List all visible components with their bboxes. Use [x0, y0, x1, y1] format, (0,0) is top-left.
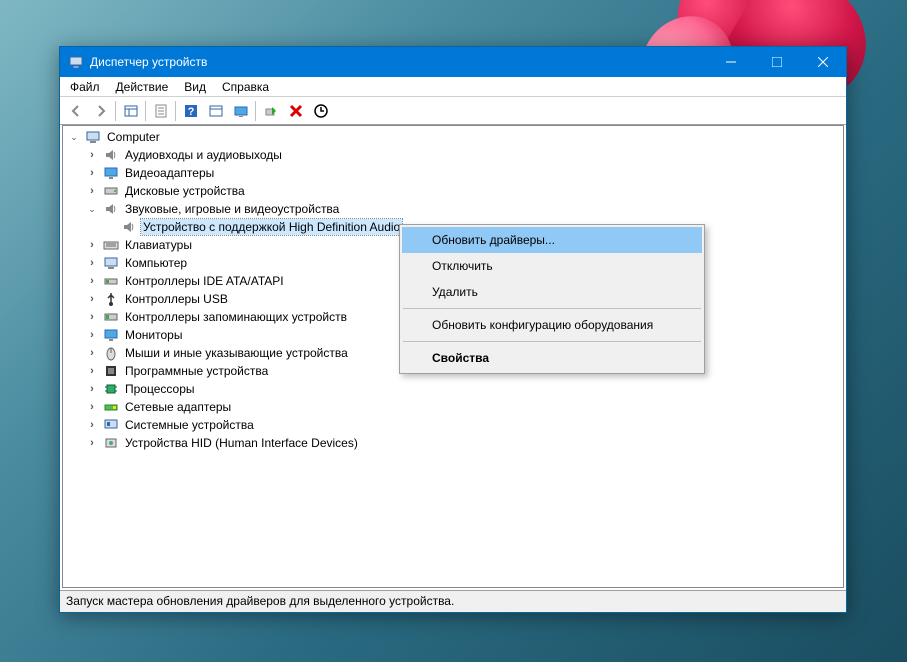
scan-button[interactable] — [204, 100, 227, 122]
tree-category-label: Контроллеры запоминающих устройств — [123, 309, 349, 325]
computer-icon — [103, 255, 119, 271]
tree-category[interactable]: Видеоадаптеры — [63, 164, 843, 182]
context-menu-item[interactable]: Обновить конфигурацию оборудования — [402, 312, 702, 338]
context-menu-item[interactable]: Удалить — [402, 279, 702, 305]
tree-category[interactable]: Системные устройства — [63, 416, 843, 434]
tree-category-label: Контроллеры IDE ATA/ATAPI — [123, 273, 286, 289]
usb-icon — [103, 291, 119, 307]
tree-device-label: Устройство с поддержкой High Definition … — [141, 219, 402, 235]
tree-category-label: Аудиовходы и аудиовыходы — [123, 147, 284, 163]
expand-toggle-icon[interactable] — [85, 238, 99, 252]
statusbar-text: Запуск мастера обновления драйверов для … — [66, 594, 454, 608]
device-manager-window: Диспетчер устройств Файл Действие Вид Сп… — [59, 46, 847, 613]
context-menu-item[interactable]: Свойства — [402, 345, 702, 371]
toolbar: ? — [60, 97, 846, 125]
monitor-icon — [103, 327, 119, 343]
software-icon — [103, 363, 119, 379]
tree-category-label: Программные устройства — [123, 363, 270, 379]
tree-category-label: Дисковые устройства — [123, 183, 247, 199]
tree-category[interactable]: Звуковые, игровые и видеоустройства — [63, 200, 843, 218]
expand-toggle-icon[interactable] — [85, 364, 99, 378]
expand-toggle-icon[interactable] — [85, 310, 99, 324]
network-icon — [103, 399, 119, 415]
tree-root[interactable]: Computer — [63, 128, 843, 146]
window-title: Диспетчер устройств — [90, 55, 708, 69]
speaker-icon — [121, 219, 137, 235]
tree-category-label: Системные устройства — [123, 417, 256, 433]
computer-icon — [85, 129, 101, 145]
keyboard-icon — [103, 237, 119, 253]
hid-icon — [103, 435, 119, 451]
menu-view[interactable]: Вид — [176, 78, 214, 96]
svg-text:?: ? — [187, 106, 194, 118]
context-menu-item[interactable]: Отключить — [402, 253, 702, 279]
context-menu: Обновить драйверы...ОтключитьУдалить Обно… — [399, 224, 705, 374]
titlebar[interactable]: Диспетчер устройств — [60, 47, 846, 77]
minimize-button[interactable] — [708, 47, 754, 77]
tree-category-label: Мониторы — [123, 327, 184, 343]
tree-category-label: Видеоадаптеры — [123, 165, 216, 181]
speaker-icon — [103, 201, 119, 217]
menu-help[interactable]: Справка — [214, 78, 277, 96]
expand-toggle-icon[interactable] — [85, 328, 99, 342]
tree-category-label: Контроллеры USB — [123, 291, 230, 307]
back-button[interactable] — [64, 100, 87, 122]
scan-hardware-button[interactable] — [309, 100, 332, 122]
expand-toggle-icon[interactable] — [85, 274, 99, 288]
tree-category-label: Устройства HID (Human Interface Devices) — [123, 435, 360, 451]
tree-category[interactable]: Сетевые адаптеры — [63, 398, 843, 416]
cpu-icon — [103, 381, 119, 397]
menu-action[interactable]: Действие — [108, 78, 177, 96]
tree-category-label: Сетевые адаптеры — [123, 399, 233, 415]
ide-icon — [103, 273, 119, 289]
expand-toggle-icon[interactable] — [85, 382, 99, 396]
statusbar: Запуск мастера обновления драйверов для … — [60, 590, 846, 612]
expand-toggle-icon[interactable] — [85, 166, 99, 180]
monitor-icon — [103, 165, 119, 181]
expand-toggle-icon[interactable] — [85, 346, 99, 360]
expand-toggle-icon[interactable] — [67, 130, 81, 144]
expand-toggle-icon[interactable] — [85, 202, 99, 216]
forward-button[interactable] — [89, 100, 112, 122]
expand-toggle-icon[interactable] — [85, 418, 99, 432]
app-icon — [68, 54, 84, 70]
close-button[interactable] — [800, 47, 846, 77]
menubar: Файл Действие Вид Справка — [60, 77, 846, 97]
expand-toggle-icon[interactable] — [85, 184, 99, 198]
help-button[interactable]: ? — [179, 100, 202, 122]
tree-category-label: Мыши и иные указывающие устройства — [123, 345, 350, 361]
mouse-icon — [103, 345, 119, 361]
tree-category[interactable]: Аудиовходы и аудиовыходы — [63, 146, 843, 164]
tree-root-label: Computer — [105, 129, 162, 145]
expand-toggle-icon[interactable] — [85, 148, 99, 162]
update-driver-button[interactable] — [229, 100, 252, 122]
tree-category[interactable]: Дисковые устройства — [63, 182, 843, 200]
expand-toggle-icon[interactable] — [85, 292, 99, 306]
tree-category[interactable]: Устройства HID (Human Interface Devices) — [63, 434, 843, 452]
expand-toggle-icon[interactable] — [85, 256, 99, 270]
expand-toggle-icon[interactable] — [85, 436, 99, 450]
uninstall-button[interactable] — [284, 100, 307, 122]
storage-icon — [103, 309, 119, 325]
properties-button[interactable] — [149, 100, 172, 122]
tree-category-label: Клавиатуры — [123, 237, 194, 253]
context-menu-separator — [403, 308, 701, 309]
menu-file[interactable]: Файл — [62, 78, 108, 96]
context-menu-item[interactable]: Обновить драйверы... — [402, 227, 702, 253]
tree-category[interactable]: Процессоры — [63, 380, 843, 398]
device-tree-container: Computer Аудиовходы и аудиовыходы Видеоа… — [62, 125, 844, 588]
tree-category-label: Процессоры — [123, 381, 197, 397]
tree-category-label: Звуковые, игровые и видеоустройства — [123, 201, 341, 217]
tree-category-label: Компьютер — [123, 255, 189, 271]
maximize-button[interactable] — [754, 47, 800, 77]
context-menu-separator — [403, 341, 701, 342]
enable-button[interactable] — [259, 100, 282, 122]
show-hide-tree-button[interactable] — [119, 100, 142, 122]
expand-toggle-icon — [103, 220, 117, 234]
system-icon — [103, 417, 119, 433]
disk-icon — [103, 183, 119, 199]
speaker-icon — [103, 147, 119, 163]
expand-toggle-icon[interactable] — [85, 400, 99, 414]
